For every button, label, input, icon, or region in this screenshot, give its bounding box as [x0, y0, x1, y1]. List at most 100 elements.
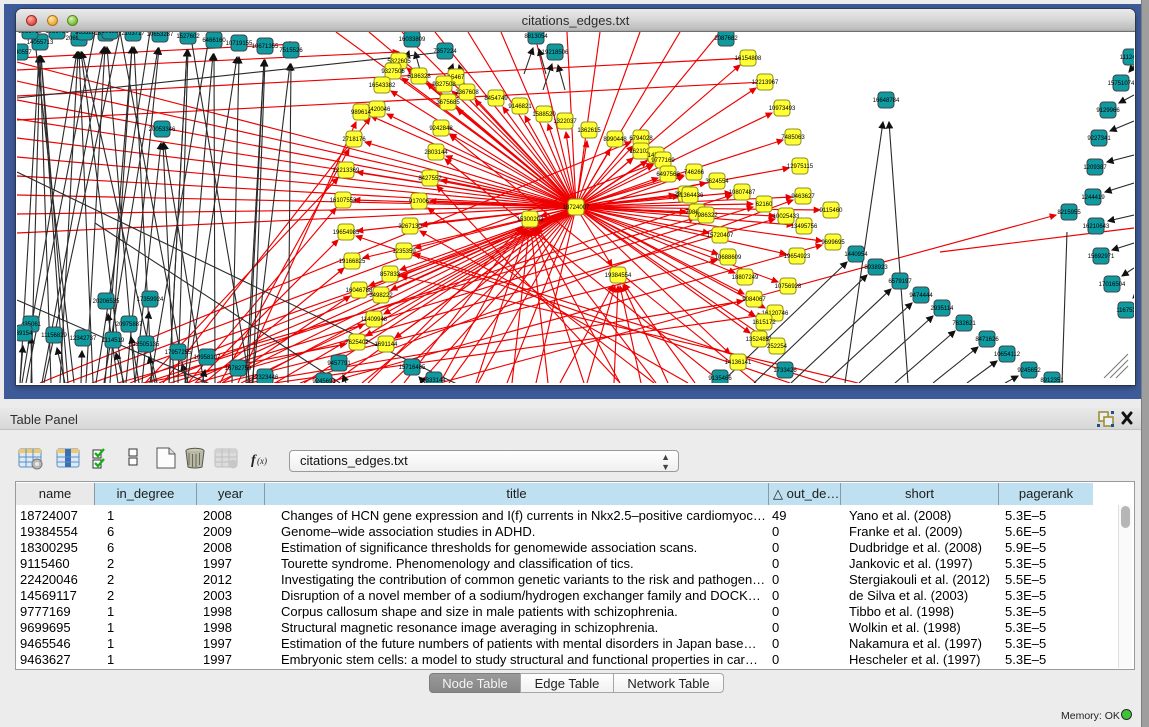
svg-text:14055713: 14055713: [27, 40, 54, 46]
svg-text:8990448: 8990448: [603, 137, 627, 143]
svg-text:20975887: 20975887: [116, 322, 143, 328]
svg-text:12975115: 12975115: [787, 164, 814, 170]
svg-text:1209387: 1209387: [1083, 165, 1107, 171]
svg-text:7632621: 7632621: [952, 321, 976, 327]
svg-text:8471626: 8471626: [975, 337, 999, 343]
svg-text:9135466: 9135466: [708, 376, 732, 382]
svg-text:989614: 989614: [351, 110, 372, 116]
svg-text:6794028: 6794028: [629, 136, 653, 142]
svg-text:15720407: 15720407: [707, 233, 734, 239]
svg-text:3624554: 3624554: [705, 179, 729, 185]
svg-text:1440954: 1440954: [844, 252, 868, 258]
svg-text:17957255: 17957255: [165, 350, 192, 356]
svg-text:19654923: 19654923: [784, 254, 811, 260]
svg-text:1691144: 1691144: [375, 342, 399, 348]
svg-text:965328: 965328: [75, 32, 96, 36]
svg-text:10653287: 10653287: [147, 32, 174, 38]
svg-text:1733426: 1733426: [773, 368, 797, 374]
svg-text:917006: 917006: [409, 199, 430, 205]
svg-text:19166825: 19166825: [339, 259, 366, 265]
svg-text:1055721: 1055721: [45, 32, 69, 35]
svg-text:9457791: 9457791: [327, 361, 351, 367]
svg-text:8938923: 8938923: [864, 265, 888, 271]
svg-text:10719155: 10719155: [226, 41, 253, 47]
svg-text:9129966: 9129966: [1096, 108, 1120, 114]
svg-text:8427552: 8427552: [418, 176, 442, 182]
svg-text:9245691: 9245691: [312, 379, 336, 383]
svg-text:10654112: 10654112: [994, 352, 1021, 358]
svg-text:1112480: 1112480: [1120, 55, 1134, 61]
svg-text:(x): (x): [257, 456, 267, 466]
svg-text:7625402: 7625402: [345, 340, 369, 346]
svg-text:21364436: 21364436: [677, 193, 704, 199]
svg-text:7357224: 7357224: [433, 49, 457, 55]
svg-text:8215955: 8215955: [1057, 210, 1081, 216]
svg-text:20053346: 20053346: [149, 127, 176, 133]
svg-text:3498222: 3498222: [369, 293, 393, 299]
svg-text:9463627: 9463627: [791, 194, 815, 200]
svg-text:12505135: 12505135: [133, 342, 160, 348]
svg-text:9777169: 9777169: [651, 158, 675, 164]
svg-text:1235359: 1235359: [392, 249, 416, 255]
svg-text:8186328: 8186328: [407, 74, 431, 80]
svg-text:16782759: 16782759: [225, 366, 252, 372]
svg-text:9227341: 9227341: [1087, 136, 1111, 142]
svg-text:17359924: 17359924: [137, 297, 164, 303]
svg-text:15692971: 15692971: [1088, 254, 1115, 260]
svg-text:2055713: 2055713: [18, 32, 42, 35]
svg-text:10756928: 10756928: [775, 284, 802, 290]
svg-text:11409948: 11409948: [361, 317, 388, 323]
svg-text:116753: 116753: [1116, 308, 1134, 314]
svg-text:19654985: 19654985: [333, 230, 360, 236]
svg-text:6466160: 6466160: [202, 38, 226, 44]
svg-text:12342737: 12342737: [70, 336, 97, 342]
svg-text:9333144: 9333144: [422, 378, 446, 383]
svg-text:13495756: 13495756: [791, 224, 818, 230]
svg-text:9242848: 9242848: [429, 126, 453, 132]
svg-text:11156829: 11156829: [41, 333, 67, 339]
svg-text:746266: 746266: [684, 170, 705, 176]
svg-text:2103717: 2103717: [121, 32, 145, 37]
svg-text:3675685: 3675685: [436, 100, 460, 106]
svg-text:1527602: 1527602: [176, 34, 200, 40]
svg-text:39154: 39154: [17, 331, 33, 337]
svg-text:8454749: 8454749: [484, 96, 508, 102]
svg-text:16210643: 16210643: [1083, 224, 1110, 230]
svg-text:6579197: 6579197: [888, 279, 912, 285]
svg-text:10973493: 10973493: [769, 106, 796, 112]
svg-text:14136141: 14136141: [725, 360, 752, 366]
svg-text:1362615: 1362615: [577, 128, 601, 134]
svg-text:7485063: 7485063: [781, 135, 805, 141]
svg-text:20206535: 20206535: [93, 299, 120, 305]
svg-text:2087682: 2087682: [714, 36, 738, 42]
svg-text:2935114: 2935114: [931, 306, 955, 312]
svg-text:18724007: 18724007: [563, 205, 590, 211]
svg-text:3267130: 3267130: [398, 224, 422, 230]
svg-text:9084067: 9084067: [742, 297, 766, 303]
svg-text:9327505: 9327505: [381, 69, 405, 75]
svg-text:10025433: 10025433: [773, 214, 800, 220]
svg-text:10688609: 10688609: [715, 255, 742, 261]
svg-text:12213967: 12213967: [752, 80, 779, 86]
svg-text:857833: 857833: [380, 272, 401, 278]
svg-text:10958107: 10958107: [194, 355, 221, 361]
svg-text:1322037: 1322037: [553, 119, 577, 125]
svg-text:16033809: 16033809: [399, 37, 426, 43]
svg-text:12213369: 12213369: [333, 168, 360, 174]
svg-text:7191556: 7191556: [98, 32, 122, 35]
svg-text:9474444: 9474444: [909, 293, 933, 299]
svg-text:10807487: 10807487: [729, 190, 756, 196]
svg-text:16107553: 16107553: [330, 198, 357, 204]
svg-text:7515526: 7515526: [279, 48, 303, 54]
svg-text:17016504: 17016504: [1099, 282, 1126, 288]
svg-text:252254: 252254: [767, 344, 788, 350]
svg-text:9327508: 9327508: [432, 82, 456, 88]
svg-text:2803144: 2803144: [424, 150, 448, 156]
svg-text:16543382: 16543382: [369, 83, 396, 89]
svg-text:1940557: 1940557: [17, 50, 32, 56]
svg-text:19218506: 19218506: [542, 50, 569, 56]
svg-text:8912351: 8912351: [1040, 378, 1064, 383]
svg-text:6497568: 6497568: [656, 172, 680, 178]
svg-text:9146821: 9146821: [508, 104, 532, 110]
svg-text:7986322: 7986322: [694, 213, 718, 219]
